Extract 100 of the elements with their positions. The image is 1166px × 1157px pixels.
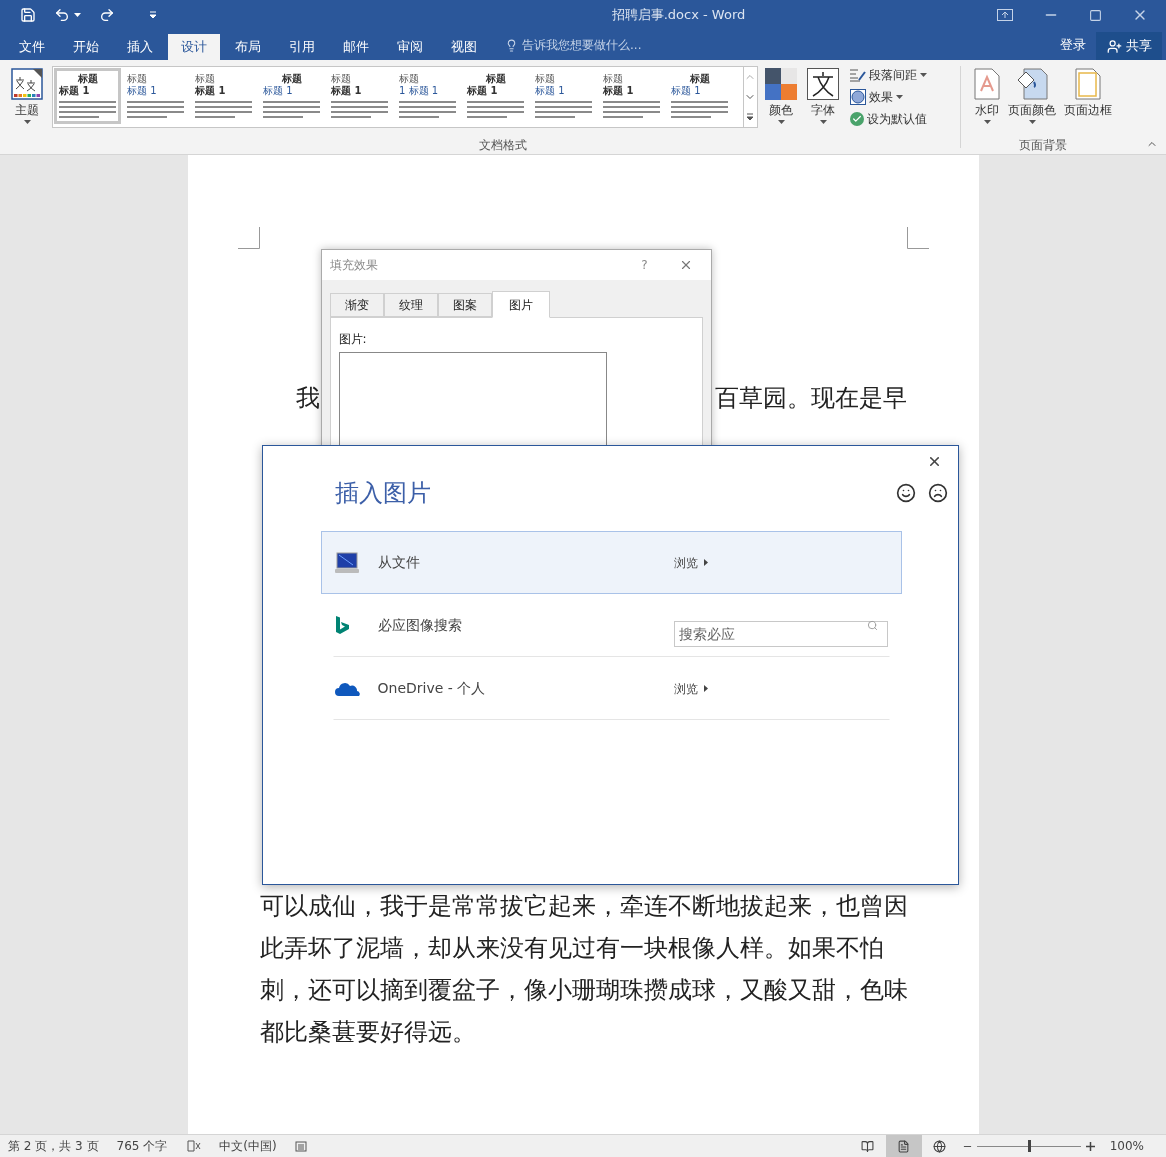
dialog-tab[interactable]: 图案 (437, 293, 492, 317)
ribbon-tab[interactable]: 开始 (60, 34, 112, 60)
redo-icon[interactable] (99, 7, 115, 23)
page-color-button[interactable]: 页面颜色 (1005, 66, 1059, 130)
caret-icon (819, 120, 827, 124)
heading-preview: 标题 (331, 73, 351, 85)
undo-icon[interactable] (54, 7, 70, 23)
themes-button[interactable]: 主题 (8, 66, 46, 130)
share-button[interactable]: 共享 (1096, 32, 1162, 60)
subheading-preview: 标题 1 (59, 85, 90, 97)
language-indicator[interactable]: 中文(中国) (219, 1137, 277, 1155)
style-thumbnail[interactable]: 标题 标题 1 (54, 68, 121, 124)
ribbon-tab[interactable]: 布局 (222, 34, 274, 60)
browse-link[interactable]: 浏览 (673, 679, 708, 698)
view-button[interactable] (885, 1135, 922, 1157)
ribbon-tab[interactable]: 视图 (438, 34, 490, 60)
search-field[interactable]: 搜索必应 (673, 620, 888, 647)
watermark-button[interactable]: 水印 (971, 66, 1003, 130)
subheading-preview: 标题 1 (467, 85, 498, 97)
ribbon-tab[interactable]: 文件 (6, 34, 58, 60)
dialog-tab[interactable]: 渐变 (329, 293, 384, 317)
body-text-preview (603, 99, 660, 121)
body-text-preview (467, 99, 524, 121)
search-icon (866, 619, 878, 631)
picture-source-row[interactable]: 必应图像搜索 搜索必应 (332, 594, 890, 657)
heading-preview: 标题 (485, 73, 506, 85)
web-layout-icon (933, 1139, 947, 1153)
paragraph-spacing-button[interactable]: 段落间距 (850, 66, 942, 84)
ribbon-tab[interactable]: 设计 (168, 34, 220, 60)
caret-icon (23, 120, 31, 124)
ribbon-tab[interactable]: 引用 (276, 34, 328, 60)
group-label: 文档格式 (478, 137, 527, 154)
letter-b-logo-icon (333, 614, 350, 637)
zoom-slider-thumb[interactable] (1027, 1139, 1031, 1152)
set-default-button[interactable]: 设为默认值 (850, 110, 942, 128)
ribbon-tab[interactable]: 邮件 (330, 34, 382, 60)
dialog-title: 填充效果 (329, 257, 379, 274)
heading-preview: 标题 (281, 73, 302, 85)
maximize-icon[interactable] (1089, 8, 1102, 22)
body-text-preview (671, 99, 728, 121)
subheading-preview: 标题 1 (263, 85, 293, 97)
caret-icon (896, 95, 903, 99)
subheading-preview: 标题 1 (195, 85, 226, 97)
print-layout-icon (897, 1139, 911, 1153)
font-character-icon (807, 68, 839, 100)
corner-mark (237, 227, 260, 249)
macro-icon[interactable] (294, 1140, 307, 1152)
page-borders-button[interactable]: 页面边框 (1061, 66, 1115, 130)
body-text-preview (263, 99, 320, 121)
subheading-preview: 标题 1 (127, 85, 157, 97)
fonts-button[interactable]: 字体 (804, 66, 842, 130)
subheading-preview: 标题 1 (603, 85, 634, 97)
group-label: 页面背景 (1019, 137, 1067, 154)
caret-icon (777, 120, 785, 124)
subheading-preview: 标题 1 (671, 85, 701, 97)
triangle-right-icon (703, 559, 708, 566)
checkmark-icon (850, 112, 864, 126)
heading-preview: 标题 (195, 73, 215, 85)
paint-bucket-icon (1016, 68, 1048, 100)
frown-icon[interactable] (927, 483, 948, 503)
caret-icon (983, 120, 991, 124)
paragraph-spacing-icon (850, 68, 866, 82)
page-count[interactable]: 第 2 页，共 3 页 (0, 1137, 99, 1155)
heading-preview: 标题 (689, 73, 710, 85)
ribbon-display-icon[interactable] (997, 9, 1013, 21)
document-text: 刺，还可以摘到覆盆子，像小珊瑚珠攒成球，又酸又甜，色味 (259, 975, 907, 1006)
save-icon[interactable] (20, 7, 36, 23)
sign-in-link[interactable]: 登录 (1050, 30, 1096, 60)
zoom-level[interactable]: 100% (1109, 1137, 1144, 1155)
effects-button[interactable]: 效果 (850, 88, 942, 106)
word-count[interactable]: 765 个字 (116, 1137, 168, 1155)
circle-icon (850, 89, 866, 105)
body-text-preview (195, 99, 252, 121)
cloud-icon (333, 680, 360, 697)
browse-link[interactable]: 浏览 (673, 553, 708, 572)
customize-toolbar-icon[interactable] (149, 11, 157, 19)
smiley-icon[interactable] (895, 483, 916, 503)
themes-icon (11, 68, 43, 100)
field-label: 图片: (338, 331, 368, 348)
page-border-icon (1075, 68, 1101, 100)
colors-button[interactable]: 颜色 (762, 66, 800, 130)
zoom-in-icon[interactable] (1084, 1140, 1096, 1152)
document-text: 此弄坏了泥墙，却从来没有见过有一块根像人样。如果不怕 (259, 933, 885, 964)
picture-source-row[interactable]: OneDrive - 个人 浏览 (332, 657, 890, 720)
triangle-right-icon (703, 685, 708, 692)
heading-preview: 标题 (127, 73, 147, 85)
ribbon-tab[interactable]: 审阅 (384, 34, 436, 60)
source-label: 必应图像搜索 (377, 616, 463, 635)
subheading-preview: 标题 1 (535, 85, 565, 97)
heading-preview: 标题 (603, 73, 623, 85)
proofing-icon[interactable] (187, 1140, 202, 1152)
tell-me-field[interactable]: 告诉我您想要做什么... (522, 36, 642, 54)
subheading-preview: 1 标题 1 (399, 85, 439, 97)
picture-source-row[interactable]: 从文件 浏览 (320, 531, 902, 594)
dialog-tab[interactable]: 纹理 (383, 293, 438, 317)
help-button[interactable]: ? (634, 256, 655, 274)
ribbon-tab[interactable]: 插入 (114, 34, 166, 60)
read-mode-icon (861, 1139, 875, 1153)
dialog-tab[interactable]: 图片 (491, 291, 550, 318)
corner-mark (906, 227, 929, 249)
